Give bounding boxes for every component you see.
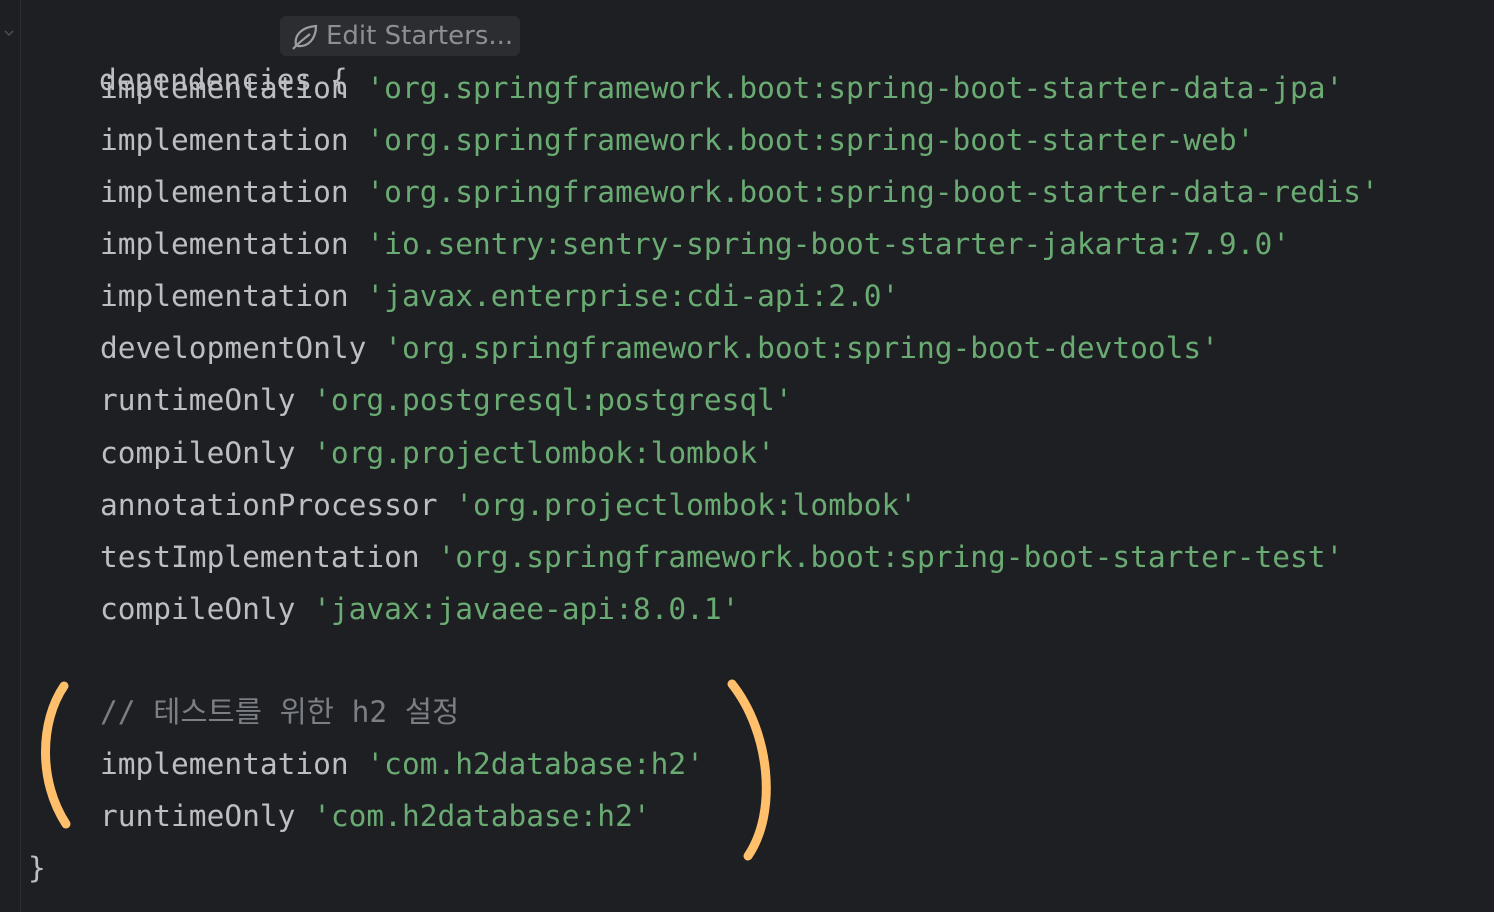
config-name: runtimeOnly [100,383,296,417]
artifact-string: 'org.springframework.boot:spring-boot-st… [437,540,1344,574]
code-line-dep13: runtimeOnly 'com.h2database:h2' [28,794,651,838]
code-line-dep3: implementation 'org.springframework.boot… [28,170,1379,214]
config-name: implementation [100,71,349,105]
code-line-dep5: implementation 'javax.enterprise:cdi-api… [28,274,899,318]
config-name: implementation [100,123,349,157]
artifact-string: 'org.springframework.boot:spring-boot-st… [366,175,1379,209]
code-line-dep2: implementation 'org.springframework.boot… [28,118,1254,162]
config-name: annotationProcessor [100,488,438,522]
code-line-dep1: implementation 'org.springframework.boot… [28,66,1343,110]
code-line-dep12: implementation 'com.h2database:h2' [28,742,704,786]
config-name: implementation [100,175,349,209]
code-line-dep11: compileOnly 'javax:javaee-api:8.0.1' [28,587,739,631]
editor-gutter [0,0,21,912]
artifact-string: 'org.projectlombok:lombok' [313,436,775,470]
artifact-string: 'org.springframework.boot:spring-boot-st… [366,71,1344,105]
code-line-dep8: compileOnly 'org.projectlombok:lombok' [28,431,775,475]
code-line-dep7: runtimeOnly 'org.postgresql:postgresql' [28,378,793,422]
artifact-string: 'com.h2database:h2' [366,747,704,781]
artifact-string: 'org.springframework.boot:spring-boot-st… [366,123,1255,157]
annotation-left-paren [41,681,71,829]
config-name: implementation [100,227,349,261]
config-name: implementation [100,279,349,313]
code-line-dep10: testImplementation 'org.springframework.… [28,535,1343,579]
code-line-dep4: implementation 'io.sentry:sentry-spring-… [28,222,1290,266]
code-comment-line: // 테스트를 위한 h2 설정 [100,695,460,729]
close-brace: } [28,851,46,885]
artifact-string: 'org.projectlombok:lombok' [455,488,917,522]
config-name: compileOnly [100,436,296,470]
config-name: runtimeOnly [100,799,296,833]
config-name: compileOnly [100,592,296,626]
config-name: developmentOnly [100,331,367,365]
annotation-right-paren [727,679,771,861]
spring-leaf-icon [292,24,318,50]
artifact-string: 'io.sentry:sentry-spring-boot-starter-ja… [366,227,1290,261]
artifact-string: 'com.h2database:h2' [313,799,651,833]
edit-starters-inlay-button[interactable]: Edit Starters... [280,16,520,56]
fold-chevron-icon[interactable] [2,26,16,40]
artifact-string: 'org.springframework.boot:spring-boot-de… [384,331,1219,365]
code-line-dep9: annotationProcessor 'org.projectlombok:l… [28,483,917,527]
code-line-dep6: developmentOnly 'org.springframework.boo… [28,326,1219,370]
artifact-string: 'javax.enterprise:cdi-api:2.0' [366,279,900,313]
edit-starters-label: Edit Starters... [326,21,514,51]
config-name: implementation [100,747,349,781]
code-line-close: } [28,846,46,890]
artifact-string: 'org.postgresql:postgresql' [313,383,793,417]
config-name: testImplementation [100,540,420,574]
artifact-string: 'javax:javaee-api:8.0.1' [313,592,740,626]
